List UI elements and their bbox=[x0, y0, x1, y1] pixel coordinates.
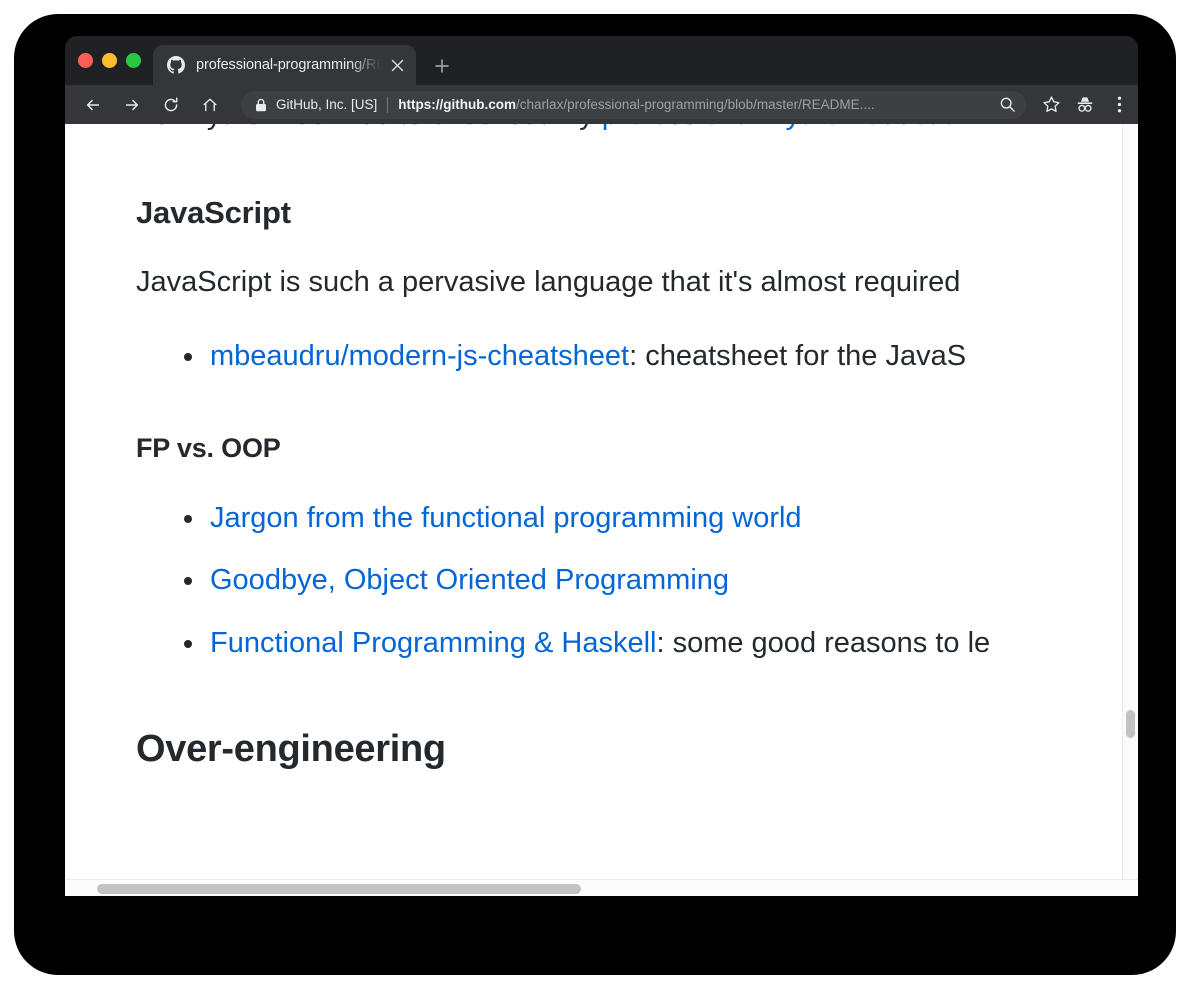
minimize-window-button[interactable] bbox=[102, 53, 117, 68]
list-item: mbeaudru/modern-js-cheatsheet: cheatshee… bbox=[184, 335, 1138, 379]
screenshot-root: professional-programming/REA GitHub, Inc… bbox=[0, 0, 1200, 988]
list-item-description: : cheatsheet for the JavaS bbox=[629, 340, 967, 373]
functional-programming-haskell-link[interactable]: Functional Programming & Haskell bbox=[210, 627, 656, 659]
close-window-button[interactable] bbox=[78, 53, 93, 68]
paragraph-javascript: JavaScript is such a pervasive language … bbox=[136, 265, 961, 298]
python-education-link[interactable]: professional Python educati bbox=[602, 124, 958, 131]
security-certificate-name: GitHub, Inc. [US] bbox=[276, 97, 378, 112]
list-item: Functional Programming & Haskell: some g… bbox=[184, 622, 1138, 666]
bookmark-button[interactable] bbox=[1036, 90, 1066, 120]
url-scheme: https:// bbox=[398, 97, 444, 112]
window-controls bbox=[78, 53, 141, 68]
browser-tab-active[interactable]: professional-programming/REA bbox=[153, 45, 416, 85]
clipped-paragraph-text: For Python feel free to checkout my bbox=[136, 124, 602, 131]
vertical-scrollbar[interactable] bbox=[1122, 124, 1138, 879]
forward-button[interactable] bbox=[115, 88, 149, 122]
reload-icon bbox=[164, 96, 178, 111]
close-icon bbox=[391, 59, 403, 71]
back-icon bbox=[86, 99, 100, 110]
back-button[interactable] bbox=[76, 88, 110, 122]
list-item: Jargon from the functional programming w… bbox=[184, 497, 1138, 541]
javascript-link-list: mbeaudru/modern-js-cheatsheet: cheatshee… bbox=[136, 335, 1138, 379]
star-icon bbox=[1042, 96, 1060, 113]
fp-oop-link-list: Jargon from the functional programming w… bbox=[136, 497, 1138, 666]
page-content: For Python feel free to checkout my prof… bbox=[65, 124, 1138, 879]
tab-title-fade bbox=[349, 55, 385, 75]
goodbye-oop-link[interactable]: Goodbye, Object Oriented Programming bbox=[210, 564, 729, 596]
home-icon bbox=[203, 98, 217, 111]
search-icon bbox=[1000, 97, 1015, 112]
tab-strip: professional-programming/REA bbox=[65, 36, 1138, 85]
horizontal-scrollbar[interactable] bbox=[65, 879, 1138, 896]
page-viewport: For Python feel free to checkout my prof… bbox=[65, 124, 1138, 896]
incognito-icon bbox=[1077, 96, 1093, 112]
forward-icon bbox=[125, 99, 139, 110]
horizontal-scrollbar-thumb[interactable] bbox=[97, 884, 581, 894]
readme-document: For Python feel free to checkout my prof… bbox=[136, 124, 1138, 774]
three-dot-menu-icon bbox=[1117, 96, 1121, 113]
modern-js-cheatsheet-link[interactable]: mbeaudru/modern-js-cheatsheet bbox=[210, 340, 629, 372]
heading-javascript: JavaScript bbox=[136, 195, 291, 230]
search-in-page-button[interactable] bbox=[994, 92, 1020, 118]
browser-window: professional-programming/REA GitHub, Inc… bbox=[65, 36, 1138, 896]
vertical-scrollbar-thumb[interactable] bbox=[1126, 710, 1135, 738]
clipped-paragraph: For Python feel free to checkout my prof… bbox=[136, 124, 1138, 137]
maximize-window-button[interactable] bbox=[126, 53, 141, 68]
heading-fp-vs-oop: FP vs. OOP bbox=[136, 432, 281, 463]
new-tab-button[interactable] bbox=[431, 55, 453, 77]
browser-menu-button[interactable] bbox=[1104, 90, 1134, 120]
plus-icon bbox=[435, 59, 449, 73]
jargon-functional-programming-link[interactable]: Jargon from the functional programming w… bbox=[210, 502, 802, 534]
url-path: /charlax/professional-programming/blob/m… bbox=[516, 97, 875, 112]
url-host: github.com bbox=[443, 97, 517, 112]
browser-toolbar: GitHub, Inc. [US] https://github.com/cha… bbox=[65, 85, 1138, 124]
omnibox-divider bbox=[387, 96, 389, 113]
list-item-description: : some good reasons to le bbox=[656, 626, 991, 659]
github-icon bbox=[167, 56, 185, 74]
home-button[interactable] bbox=[193, 88, 227, 122]
address-bar-url: https://github.com/charlax/professional-… bbox=[398, 97, 992, 112]
tab-title-container: professional-programming/REA bbox=[196, 55, 385, 75]
list-item: Goodbye, Object Oriented Programming bbox=[184, 559, 1138, 603]
incognito-indicator[interactable] bbox=[1070, 90, 1100, 120]
close-tab-button[interactable] bbox=[385, 53, 409, 77]
address-bar[interactable]: GitHub, Inc. [US] https://github.com/cha… bbox=[241, 90, 1026, 119]
heading-over-engineering: Over-engineering bbox=[136, 728, 446, 770]
reload-button[interactable] bbox=[154, 88, 188, 122]
lock-icon bbox=[256, 98, 266, 111]
